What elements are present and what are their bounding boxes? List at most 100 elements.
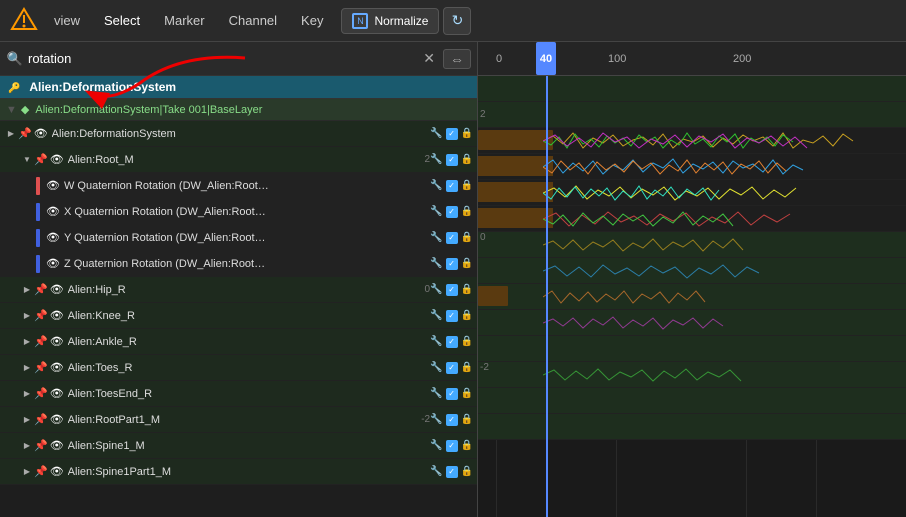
track-row[interactable]: 👁 Z Quaternion Rotation (DW_Alien:Root… … [0, 251, 477, 277]
normalize-button[interactable]: N Normalize [341, 8, 439, 34]
y-label: -2 [480, 362, 489, 373]
track-row[interactable]: ▶ 📌 👁 Alien:Ankle_R 🔧 ✓ 🔒 [0, 329, 477, 355]
timeline-content[interactable]: 2 [478, 76, 906, 517]
eye-icon[interactable]: 👁 [46, 205, 60, 218]
track-expander[interactable]: ▶ [20, 465, 34, 479]
eye-icon[interactable]: 👁 [50, 335, 64, 348]
track-row[interactable]: ▶ 📌 👁 Alien:Spine1Part1_M 🔧 ✓ 🔒 [0, 459, 477, 485]
track-row[interactable]: 👁 Y Quaternion Rotation (DW_Alien:Root… … [0, 225, 477, 251]
lock-icon[interactable]: 🔒 [461, 466, 473, 477]
wrench-icon[interactable]: 🔧 [430, 232, 442, 243]
lock-icon[interactable]: 🔒 [461, 310, 473, 321]
track-row[interactable]: ▶ 📌 👁 Alien:Hip_R 0 🔧 ✓ 🔒 [0, 277, 477, 303]
eye-icon[interactable]: 👁 [50, 439, 64, 452]
brown-bar [478, 208, 553, 228]
lock-icon[interactable]: 🔒 [461, 128, 473, 139]
track-checkbox[interactable]: ✓ [446, 128, 458, 140]
eye-icon[interactable]: 👁 [46, 179, 60, 192]
track-row[interactable]: ▶ 📌 👁 Alien:ToesEnd_R 🔧 ✓ 🔒 [0, 381, 477, 407]
search-swap-button[interactable]: ⇔ [443, 49, 471, 69]
wrench-icon[interactable]: 🔧 [430, 206, 442, 217]
track-checkbox[interactable]: ✓ [446, 466, 458, 478]
track-checkbox[interactable]: ✓ [446, 310, 458, 322]
track-row[interactable]: ▶ 📌 👁 Alien:Knee_R 🔧 ✓ 🔒 [0, 303, 477, 329]
eye-icon[interactable]: 👁 [50, 153, 64, 166]
lock-icon[interactable]: 🔒 [461, 414, 473, 425]
track-row[interactable]: ▶ 📌 👁 Alien:Spine1_M 🔧 ✓ 🔒 [0, 433, 477, 459]
track-expander[interactable]: ▶ [4, 127, 18, 141]
track-checkbox[interactable]: ✓ [446, 388, 458, 400]
track-checkbox[interactable]: ✓ [446, 414, 458, 426]
refresh-button[interactable]: ↻ [443, 7, 471, 35]
lock-icon[interactable]: 🔒 [461, 232, 473, 243]
eye-icon[interactable]: 👁 [50, 309, 64, 322]
track-expander[interactable]: ▼ [20, 153, 34, 167]
eye-icon[interactable]: 👁 [50, 465, 64, 478]
lock-icon[interactable]: 🔒 [461, 258, 473, 269]
track-expander[interactable]: ▶ [20, 387, 34, 401]
eye-icon[interactable]: 👁 [50, 283, 64, 296]
pin-icon: 📌 [34, 153, 48, 166]
eye-icon[interactable]: 👁 [46, 257, 60, 270]
lock-icon[interactable]: 🔒 [461, 284, 473, 295]
wrench-icon[interactable]: 🔧 [430, 154, 442, 165]
wrench-icon[interactable]: 🔧 [430, 440, 442, 451]
wrench-icon[interactable]: 🔧 [430, 388, 442, 399]
lock-icon[interactable]: 🔒 [461, 336, 473, 347]
track-checkbox[interactable]: ✓ [446, 284, 458, 296]
wrench-icon[interactable]: 🔧 [430, 466, 442, 477]
track-expander[interactable]: ▶ [20, 283, 34, 297]
timeline-ruler[interactable]: 0 40 100 200 [478, 42, 906, 76]
app-logo[interactable] [8, 5, 40, 37]
wrench-icon[interactable]: 🔧 [430, 336, 442, 347]
eye-icon[interactable]: 👁 [50, 413, 64, 426]
wrench-icon[interactable]: 🔧 [430, 414, 442, 425]
wrench-icon[interactable]: 🔧 [430, 284, 442, 295]
track-expander[interactable]: ▶ [20, 361, 34, 375]
tracks-container[interactable]: ▶ 📌 👁 Alien:DeformationSystem 🔧 ✓ 🔒 ▼ 📌 … [0, 121, 477, 517]
track-checkbox[interactable]: ✓ [446, 362, 458, 374]
track-controls: 🔧 ✓ 🔒 [430, 310, 473, 322]
wrench-icon[interactable]: 🔧 [430, 258, 442, 269]
track-checkbox[interactable]: ✓ [446, 232, 458, 244]
search-clear-button[interactable]: ✕ [419, 48, 439, 69]
lock-icon[interactable]: 🔒 [461, 154, 473, 165]
wrench-icon[interactable]: 🔧 [430, 310, 442, 321]
lock-icon[interactable]: 🔒 [461, 206, 473, 217]
lock-icon[interactable]: 🔒 [461, 180, 473, 191]
menu-marker[interactable]: Marker [154, 9, 214, 32]
menu-select[interactable]: Select [94, 9, 150, 32]
menu-channel[interactable]: Channel [219, 9, 287, 32]
lock-icon[interactable]: 🔒 [461, 388, 473, 399]
menu-view[interactable]: view [44, 9, 90, 32]
wrench-icon[interactable]: 🔧 [430, 128, 442, 139]
track-expander[interactable]: ▶ [20, 439, 34, 453]
current-frame-marker[interactable]: 40 [536, 42, 556, 75]
track-row[interactable]: 👁 W Quaternion Rotation (DW_Alien:Root… … [0, 173, 477, 199]
track-expander[interactable]: ▶ [20, 335, 34, 349]
track-checkbox[interactable]: ✓ [446, 206, 458, 218]
track-expander[interactable]: ▶ [20, 309, 34, 323]
eye-icon[interactable]: 👁 [50, 361, 64, 374]
track-row[interactable]: ▶ 📌 👁 Alien:Toes_R 🔧 ✓ 🔒 [0, 355, 477, 381]
eye-icon[interactable]: 👁 [50, 387, 64, 400]
lock-icon[interactable]: 🔒 [461, 440, 473, 451]
track-row[interactable]: ▶ 📌 👁 Alien:DeformationSystem 🔧 ✓ 🔒 [0, 121, 477, 147]
pin-icon: 📌 [34, 439, 48, 452]
track-row[interactable]: ▼ 📌 👁 Alien:Root_M 2 🔧 ✓ 🔒 [0, 147, 477, 173]
track-checkbox[interactable]: ✓ [446, 180, 458, 192]
menu-key[interactable]: Key [291, 9, 333, 32]
eye-icon[interactable]: 👁 [34, 127, 48, 140]
track-checkbox[interactable]: ✓ [446, 154, 458, 166]
wrench-icon[interactable]: 🔧 [430, 362, 442, 373]
track-expander[interactable]: ▶ [20, 413, 34, 427]
lock-icon[interactable]: 🔒 [461, 362, 473, 373]
search-input[interactable] [28, 51, 415, 66]
track-row[interactable]: 👁 X Quaternion Rotation (DW_Alien:Root… … [0, 199, 477, 225]
track-checkbox[interactable]: ✓ [446, 258, 458, 270]
track-checkbox[interactable]: ✓ [446, 440, 458, 452]
track-checkbox[interactable]: ✓ [446, 336, 458, 348]
eye-icon[interactable]: 👁 [46, 231, 60, 244]
wrench-icon[interactable]: 🔧 [430, 180, 442, 191]
track-row[interactable]: ▶ 📌 👁 Alien:RootPart1_M -2 🔧 ✓ 🔒 [0, 407, 477, 433]
